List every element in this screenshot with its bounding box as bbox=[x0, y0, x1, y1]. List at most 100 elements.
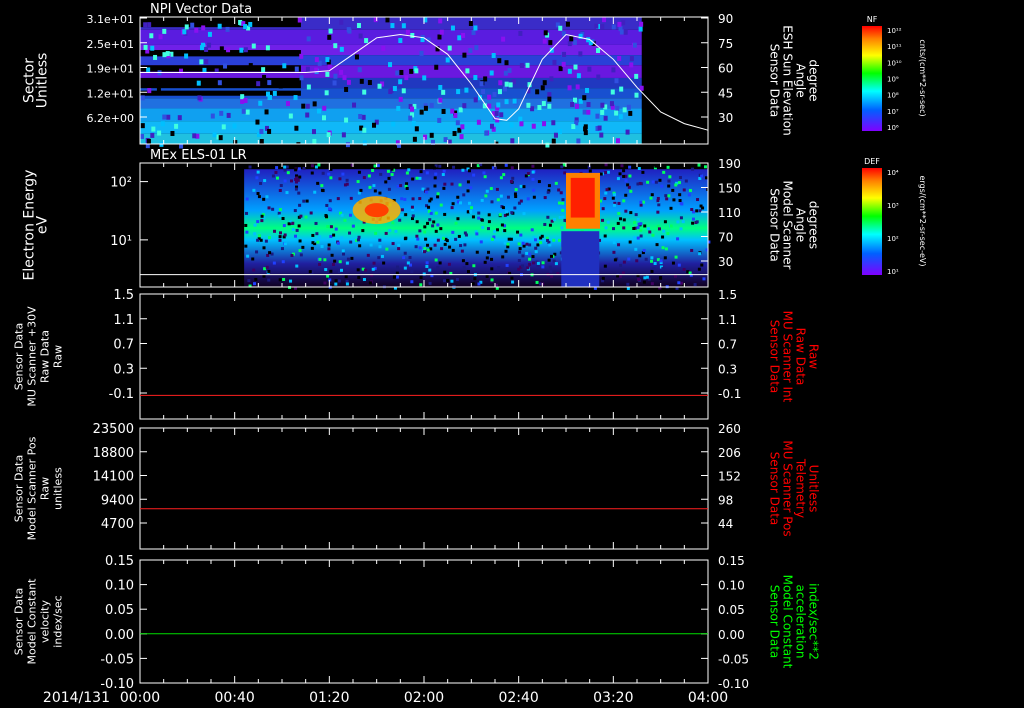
y-tick-label: 1.5 bbox=[113, 288, 134, 303]
spectrogram-cell bbox=[282, 277, 286, 281]
heatmap-cell bbox=[519, 63, 524, 69]
heatmap-cell bbox=[542, 80, 547, 86]
spectrogram-cell bbox=[501, 206, 505, 210]
colorbar-tick-label: 10⁸ bbox=[887, 92, 899, 100]
spectrogram-cell bbox=[612, 203, 616, 207]
heatmap-cell bbox=[541, 101, 546, 107]
spectrogram-cell bbox=[639, 203, 643, 207]
y2-tick-label: 110 bbox=[718, 206, 741, 220]
colorbar-tick-label: 10¹ bbox=[887, 268, 899, 276]
spectrogram-cell bbox=[456, 195, 460, 199]
spectrogram-cell bbox=[654, 164, 658, 168]
spectrogram-cell bbox=[316, 181, 320, 185]
spectrogram-cell bbox=[510, 166, 514, 170]
heatmap-cell bbox=[518, 30, 523, 36]
spectrogram-cell bbox=[613, 193, 617, 197]
spectrogram-cell bbox=[525, 251, 529, 255]
spectrogram-cell bbox=[518, 250, 522, 254]
spectrogram-cell bbox=[297, 224, 301, 228]
spectrogram-cell bbox=[495, 187, 499, 191]
spectrogram-cell bbox=[561, 198, 565, 202]
spectrogram-cell bbox=[349, 240, 353, 244]
spectrogram-cell bbox=[315, 232, 319, 236]
y-tick-label: 3.1e+01 bbox=[87, 13, 134, 26]
spectrogram-cell bbox=[260, 214, 264, 218]
spectrogram-cell bbox=[629, 189, 633, 193]
heatmap-cell bbox=[542, 38, 547, 44]
y2-axis-label: Telemetry bbox=[794, 458, 808, 518]
spectrogram-cell bbox=[650, 282, 654, 286]
spectrogram-cell bbox=[442, 279, 446, 283]
spectrogram-cell bbox=[309, 211, 313, 215]
spectrogram-cell bbox=[663, 256, 667, 260]
heatmap-cell bbox=[199, 45, 204, 51]
spectrogram-cell bbox=[442, 186, 446, 190]
spectrogram-cell bbox=[439, 203, 443, 207]
spectrogram-cell bbox=[262, 246, 266, 250]
heatmap-cell bbox=[551, 138, 556, 144]
spectrogram-cell bbox=[293, 234, 297, 238]
spectrogram-cell bbox=[532, 188, 536, 192]
heatmap-cell bbox=[201, 25, 206, 31]
spectrogram-cell bbox=[622, 218, 626, 222]
spectrogram-cell bbox=[384, 231, 388, 235]
y2-tick-label: 0.00 bbox=[718, 628, 745, 642]
spectrogram-cell bbox=[666, 232, 670, 236]
spectrogram-cell bbox=[311, 233, 315, 237]
heatmap-cell bbox=[479, 81, 484, 87]
spectrogram-cell bbox=[245, 230, 249, 234]
heatmap-band bbox=[140, 121, 642, 134]
spectrogram-cell bbox=[652, 267, 656, 271]
heatmap-cell bbox=[545, 142, 550, 148]
spectrogram-cell bbox=[390, 173, 394, 177]
spectrogram-cell bbox=[493, 230, 497, 234]
spectrogram-cell bbox=[510, 211, 514, 215]
heatmap-cell bbox=[259, 139, 264, 145]
heatmap-cell bbox=[600, 102, 605, 108]
heatmap-cell bbox=[140, 123, 145, 129]
spectrogram-cell bbox=[552, 259, 556, 263]
spectrogram-cell bbox=[421, 187, 425, 191]
spectrogram-cell bbox=[451, 248, 455, 252]
spectrogram-cell bbox=[621, 271, 625, 275]
heatmap-cell bbox=[212, 132, 217, 138]
heatmap-cell bbox=[328, 28, 333, 34]
spectrogram-cell bbox=[528, 257, 532, 261]
colorbar-tick-label: 10¹² bbox=[887, 27, 902, 35]
spectrogram-cell bbox=[343, 183, 347, 187]
heatmap-cell bbox=[352, 102, 357, 108]
spectrogram-cell bbox=[443, 242, 447, 246]
spectrogram-cell bbox=[657, 227, 661, 231]
spectrogram-cell bbox=[333, 163, 337, 167]
spectrogram-cell bbox=[641, 200, 645, 204]
spectrogram-cell bbox=[265, 265, 269, 269]
heatmap-cell bbox=[345, 142, 350, 148]
spectrogram-cell bbox=[279, 231, 283, 235]
heatmap-cell bbox=[199, 59, 204, 65]
spectrogram-cell bbox=[619, 217, 623, 221]
spectrogram-cell bbox=[619, 264, 623, 268]
spectrogram-cell bbox=[601, 218, 605, 222]
spectrogram-cell bbox=[341, 249, 345, 253]
spectrogram-cell bbox=[297, 167, 301, 171]
heatmap-cell bbox=[162, 114, 167, 120]
spectrogram-cell bbox=[368, 185, 372, 189]
heatmap-cell bbox=[153, 54, 158, 60]
heatmap-cell bbox=[414, 126, 419, 132]
heatmap-cell bbox=[484, 130, 489, 136]
spectrogram-cell bbox=[499, 176, 503, 180]
heatmap-cell bbox=[267, 80, 272, 86]
spectrogram-cell bbox=[395, 275, 399, 279]
heatmap-cell bbox=[182, 29, 187, 35]
els-colorbar-tag: DEF bbox=[864, 157, 880, 166]
heatmap-cell bbox=[356, 23, 361, 29]
spectrogram-cell bbox=[546, 190, 550, 194]
heatmap-cell bbox=[452, 131, 457, 137]
y2-axis-label: MU Scanner Pos bbox=[781, 440, 795, 536]
y-axis-label: Sensor Data bbox=[13, 455, 26, 522]
heatmap-cell bbox=[476, 119, 481, 125]
spectrogram-cell bbox=[336, 241, 340, 245]
y-tick-label: 0.00 bbox=[105, 628, 134, 643]
heatmap-cell bbox=[582, 109, 587, 115]
y-axis-label: Raw Data bbox=[39, 330, 52, 383]
